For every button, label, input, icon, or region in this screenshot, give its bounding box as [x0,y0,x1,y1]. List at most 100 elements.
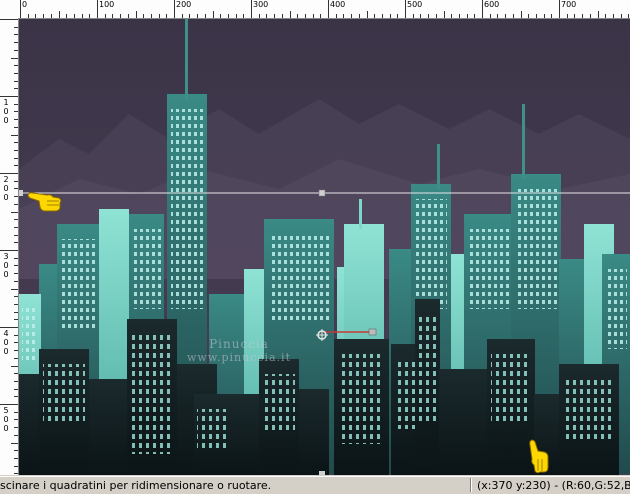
ruler-tick [220,14,222,18]
image-canvas[interactable]: Pinuccia www.pinuccia.it [19,19,630,475]
ruler-tick [559,0,560,18]
ruler-tick [14,388,18,390]
ruler-tick [14,457,18,459]
ruler-tick [14,26,18,28]
status-coords: (x:370 y:230) - (R:60,G:52,B:7 [477,479,630,492]
ruler-tick [166,14,168,18]
ruler-tick [112,14,114,18]
ruler-tick [597,11,599,18]
ruler-tick [612,14,614,18]
ruler-tick [374,14,376,18]
ruler-tick [20,0,21,18]
ruler-label: 200 [3,175,9,202]
ruler-tick [304,14,306,18]
ruler-label: 0 [22,0,28,9]
watermark-line2: www.pinuccia.it [187,351,291,364]
ruler-tick [27,14,29,18]
ruler-tick [366,11,368,18]
ruler-tick [320,14,322,18]
ruler-tick [235,14,237,18]
ruler-label: 600 [484,0,500,9]
ruler-tick [181,14,183,18]
ruler-tick [543,14,545,18]
ruler-label: 200 [176,0,192,9]
ruler-tick [14,242,18,244]
ruler-tick [335,14,337,18]
ruler-tick [281,14,283,18]
ruler-tick [11,288,18,290]
ruler-tick [204,14,206,18]
watermark: Pinuccia www.pinuccia.it [159,337,319,364]
ruler-tick [14,311,18,313]
ruler-tick [435,14,437,18]
ruler-label: 500 [407,0,423,9]
ruler-tick [497,14,499,18]
ruler-tick [14,273,18,275]
vertical-ruler[interactable]: 100 200 300 400 500 [0,18,19,475]
ruler-tick [14,188,18,190]
ruler-tick [14,280,18,282]
ruler-label: 700 [561,0,577,9]
ruler-tick [466,14,468,18]
cityscape-image [19,19,630,475]
ruler-tick [81,14,83,18]
ruler-tick [14,80,18,82]
ruler-tick [312,14,314,18]
ruler-tick [11,57,18,59]
ruler-tick [405,0,406,18]
pointing-hand-icon [526,439,550,475]
ruler-label: 300 [253,0,269,9]
ruler-tick [443,11,445,18]
move-handle-icon[interactable] [316,326,328,341]
ruler-tick [566,14,568,18]
ruler-tick [35,14,37,18]
ruler-tick [104,14,106,18]
ruler-tick [14,180,18,182]
ruler-tick [14,265,18,267]
ruler-tick [512,14,514,18]
ruler-tick [451,14,453,18]
ruler-tick [14,157,18,159]
ruler-tick [14,450,18,452]
ruler-tick [73,14,75,18]
ruler-tick [520,11,522,18]
ruler-tick [605,14,607,18]
ruler-tick [389,14,391,18]
ruler-tick [343,14,345,18]
ruler-tick [143,14,145,18]
ruler-tick [14,396,18,398]
ruler-tick [14,465,18,467]
ruler-tick [574,14,576,18]
ruler-tick [14,419,18,421]
ruler-tick [14,103,18,105]
ruler-tick [14,72,18,74]
ruler-tick [474,14,476,18]
horizontal-ruler[interactable]: 0 100 200 300 400 500 600 700 [18,0,630,19]
ruler-label: 400 [3,329,9,356]
ruler-tick [14,350,18,352]
ruler-tick [620,14,622,18]
ruler-tick [127,14,129,18]
ruler-tick [14,411,18,413]
ruler-tick [458,14,460,18]
ruler-tick [58,11,60,18]
ruler-tick [528,14,530,18]
ruler-label: 100 [3,98,9,125]
ruler-tick [0,327,18,328]
ruler-tick [97,0,98,18]
ruler-tick [535,14,537,18]
ruler-tick [227,14,229,18]
ruler-tick [0,250,18,251]
ruler-label: 300 [3,252,9,279]
ruler-tick [11,134,18,136]
ruler-tick [420,14,422,18]
ruler-label: 500 [3,406,9,433]
ruler-tick [358,14,360,18]
ruler-tick [197,14,199,18]
ruler-tick [428,14,430,18]
ruler-label: 100 [99,0,115,9]
ruler-tick [14,203,18,205]
ruler-tick [14,142,18,144]
ruler-tick [14,49,18,51]
ruler-tick [0,173,18,174]
